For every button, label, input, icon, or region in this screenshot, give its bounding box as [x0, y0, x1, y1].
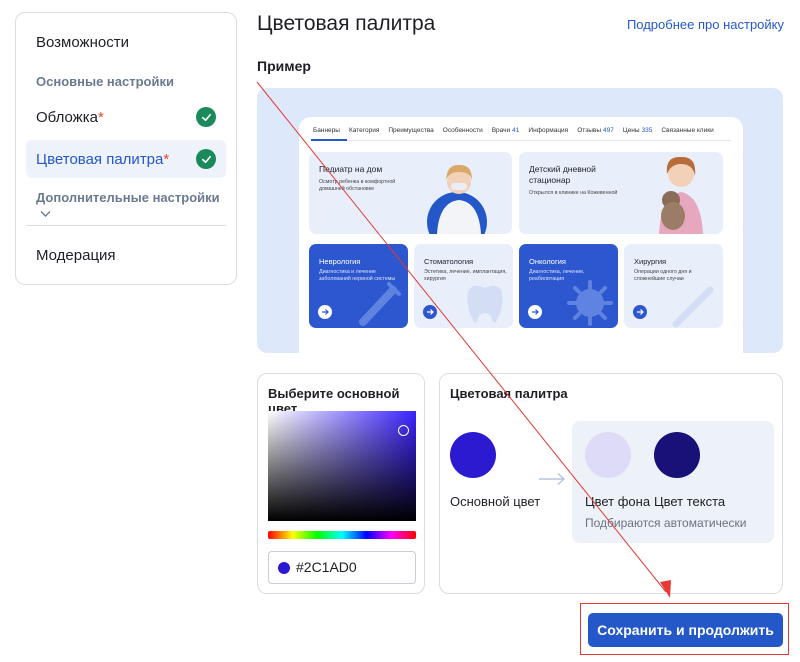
preview-banner-day-hospital: Детский дневной стационар Открылся в кли…: [519, 152, 723, 234]
required-mark: *: [163, 151, 170, 168]
arrow-right-icon: [318, 305, 332, 319]
hex-color-input[interactable]: #2C1AD0: [268, 551, 416, 584]
preview-tab: Преимущества: [388, 127, 434, 134]
banner-title: Педиатр на дом: [319, 164, 383, 174]
child-with-bear-illustration-icon: [659, 156, 703, 234]
preview-tabs-divider: [311, 140, 731, 141]
color-swatch: [278, 562, 290, 574]
primary-color-swatch: [450, 432, 496, 478]
sidebar-item-palette-label: Цветовая палитра: [36, 151, 164, 168]
text-color-swatch: [654, 432, 700, 478]
arrow-right-icon: [423, 305, 437, 319]
card-subtitle: Эстетика, лечение, имплантация, хирургия: [424, 269, 507, 282]
page-title: Цветовая палитра: [257, 12, 436, 35]
preview-tab: Врачи 41: [491, 127, 520, 134]
sidebar-item-palette[interactable]: Цветовая палитра*: [36, 151, 169, 168]
text-color-label: Цвет текста: [654, 494, 726, 509]
banner-subtitle: Осмотр ребенка в комфортной домашней обс…: [319, 179, 396, 192]
sidebar-item-moderation[interactable]: Модерация: [36, 247, 116, 264]
palette-heading: Цветовая палитра: [450, 386, 568, 401]
preview-tabs: Баннеры Категория Преимущества Особеннос…: [313, 127, 714, 134]
preview-tab: Отзывы 497: [577, 127, 614, 134]
settings-sidebar: Возможности Основные настройки Обложка* …: [15, 12, 237, 285]
check-icon: [196, 107, 216, 127]
card-title: Неврология: [319, 257, 361, 266]
primary-color-label: Основной цвет: [450, 494, 541, 509]
sidebar-item-cover[interactable]: Обложка*: [36, 109, 104, 126]
preview-tab: Связанные клики: [661, 127, 714, 134]
syringe-icon: [359, 282, 401, 326]
preview-tab: Информация: [528, 127, 569, 134]
preview-tab-indicator: [311, 139, 347, 141]
color-picker-panel: Выберите основной цвет #2C1AD0: [257, 373, 425, 594]
preview-tab: Баннеры: [313, 127, 340, 134]
sidebar-item-additional-label: Дополнительные настройки: [36, 190, 220, 205]
color-palette-panel: Цветовая палитра Основной цвет Цвет фона…: [439, 373, 783, 594]
virus-icon: [567, 280, 613, 326]
doctor-illustration-icon: [427, 164, 487, 234]
preview-banner-pediatrician: Педиатр на дом Осмотр ребенка в комфортн…: [309, 152, 512, 234]
arrow-right-icon: [528, 305, 542, 319]
sidebar-item-additional-settings[interactable]: Дополнительные настройки: [36, 190, 236, 220]
preview-card-surgery: Хирургия Операции одного дня и сложнейши…: [624, 244, 723, 328]
required-mark: *: [97, 109, 104, 126]
sidebar-divider: [26, 225, 226, 226]
preview-card-dentistry: Стоматология Эстетика, лечение, импланта…: [414, 244, 513, 328]
sidebar-section-main-settings: Основные настройки: [36, 74, 174, 89]
arrow-right-icon: [539, 472, 566, 486]
preview-tab: Особенности: [442, 127, 483, 134]
preview-tab: Категория: [348, 127, 380, 134]
card-title: Стоматология: [424, 257, 474, 266]
hue-slider[interactable]: [268, 531, 416, 539]
chevron-down-icon: [40, 210, 51, 217]
preview-card-neurology: Неврология Диагностика и лечение заболев…: [309, 244, 408, 328]
background-color-label: Цвет фона: [585, 494, 651, 509]
more-about-settings-link[interactable]: Подробнее про настройку: [627, 17, 784, 32]
card-title: Хирургия: [634, 257, 667, 266]
example-heading: Пример: [257, 58, 311, 74]
preview-device-frame: Баннеры Категория Преимущества Особеннос…: [299, 117, 743, 353]
sidebar-item-features[interactable]: Возможности: [36, 34, 129, 51]
card-title: Онкология: [529, 257, 566, 266]
auto-selected-note: Подбираются автоматически: [585, 516, 747, 530]
banner-subtitle: Открылся в клинике на Кожевенной: [529, 190, 618, 196]
scalpel-icon: [672, 286, 714, 328]
check-icon: [196, 149, 216, 169]
preview-card-oncology: Онкология Диагностика, лечение, реабилит…: [519, 244, 618, 328]
arrow-right-icon: [633, 305, 647, 319]
saturation-value-area[interactable]: [268, 411, 416, 521]
preview-tab: Цены 335: [622, 127, 653, 134]
example-preview: Баннеры Категория Преимущества Особеннос…: [257, 88, 783, 353]
color-cursor-handle[interactable]: [398, 425, 409, 436]
sidebar-item-cover-label: Обложка: [36, 109, 98, 126]
tooth-icon: [467, 285, 503, 323]
background-color-swatch: [585, 432, 631, 478]
hex-color-value: #2C1AD0: [296, 559, 357, 575]
banner-title: Детский дневной стационар: [529, 164, 596, 185]
save-and-continue-button[interactable]: Сохранить и продолжить: [588, 613, 783, 647]
auto-colors-box: Цвет фона Цвет текста Подбираются автома…: [572, 421, 774, 543]
